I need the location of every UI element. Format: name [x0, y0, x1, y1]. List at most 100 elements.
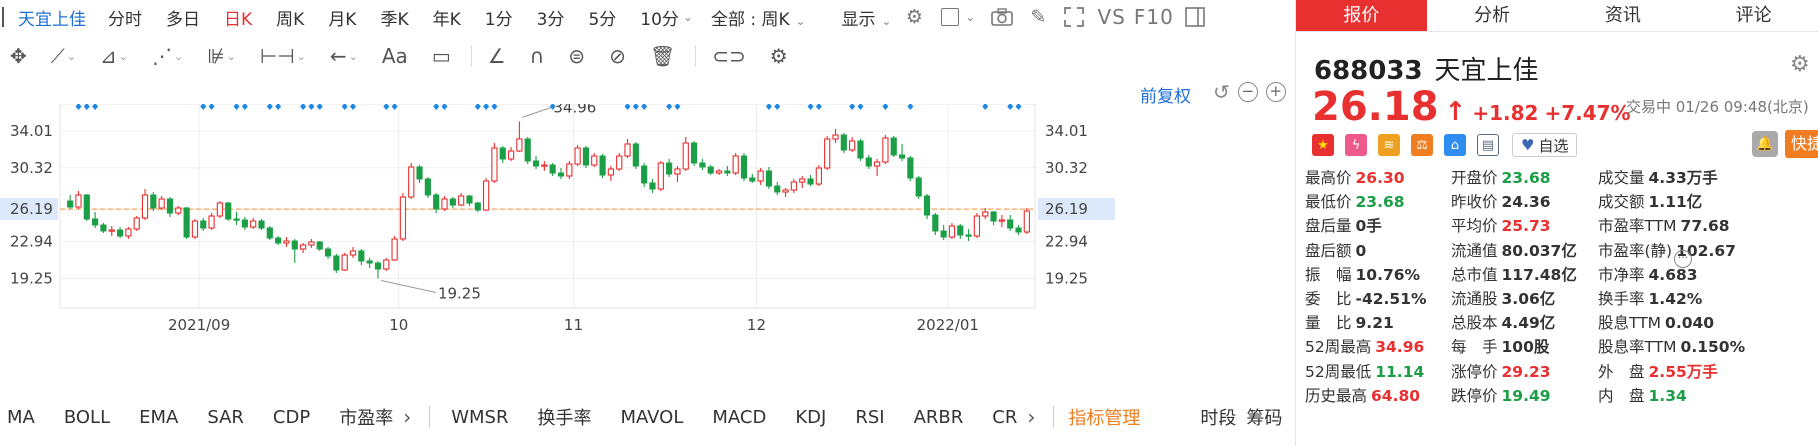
candle-body-up [216, 202, 224, 217]
settings-icon[interactable]: ⚙ [901, 4, 927, 30]
arrow-tool-icon[interactable]: ← ⌄ [330, 41, 358, 71]
lightning-icon[interactable]: ϟ [1345, 134, 1367, 156]
tab-analysis[interactable]: 分析 [1427, 0, 1558, 31]
coins-icon[interactable]: ≋ [1378, 134, 1400, 156]
angle-tool-icon[interactable]: ∠ [488, 41, 506, 71]
fullscreen-icon[interactable] [1061, 4, 1087, 30]
sidebar-toggle-icon[interactable] [1182, 4, 1208, 30]
event-marker [857, 103, 864, 110]
tab-comments[interactable]: 评论 [1688, 0, 1818, 31]
checkbox-icon[interactable] [937, 4, 963, 30]
comment-tool-icon[interactable]: ▭ [432, 41, 451, 71]
china-flag-icon[interactable]: ★ [1312, 134, 1334, 156]
session-tab[interactable]: 时段 [1200, 404, 1236, 430]
chip-tab[interactable]: 筹码 [1246, 404, 1282, 430]
stat-item: 市盈率(静) 102.67 [1598, 239, 1736, 261]
indicator-manage-button[interactable]: 指标管理 [1068, 404, 1140, 430]
candle-body-down [724, 170, 731, 174]
indicator-boll[interactable]: BOLL [64, 407, 110, 428]
indicator-wmsr[interactable]: WMSR [451, 407, 508, 428]
link-icon[interactable]: ⊂⊃ [712, 41, 746, 71]
x-tick-label: 2022/01 [917, 316, 979, 334]
period-tab-timeshare[interactable]: 分时 [108, 5, 142, 30]
fibonacci-tool-icon[interactable]: ⊯ ⌄ [207, 41, 236, 71]
chevron-down-icon[interactable]: ⌄ [683, 10, 693, 24]
period-tab-5min[interactable]: 5分 [588, 5, 616, 30]
scales-icon[interactable]: ⚖ [1411, 134, 1433, 156]
adjust-select-value: 全部 : 周K [710, 9, 790, 30]
candle-body-down [749, 177, 756, 182]
move-icon[interactable]: ✥ [10, 41, 27, 71]
measure-tool-icon[interactable]: ⊢⊣ ⌄ [260, 41, 306, 71]
compare-vs-button[interactable]: VS [1097, 5, 1125, 29]
chevron-right-icon[interactable]: › [1027, 405, 1035, 429]
indicator-pe[interactable]: 市盈率 [339, 404, 393, 430]
period-tab-weekly-k[interactable]: 周K [276, 5, 304, 30]
tab-news[interactable]: 资讯 [1558, 0, 1689, 31]
indicator-bar: MA BOLL EMA SAR CDP 市盈率 › WMSR 换手率 MAVOL… [0, 400, 1295, 434]
chevron-right-icon[interactable]: › [403, 405, 411, 429]
drawing-settings-icon[interactable]: ⚙ [770, 41, 788, 71]
period-tab-monthly-k[interactable]: 月K [328, 5, 356, 30]
chevron-down-icon[interactable]: ⌄ [965, 10, 975, 24]
period-tab-quarterly-k[interactable]: 季K [380, 5, 408, 30]
event-marker [882, 103, 889, 110]
plot-border [59, 103, 1036, 309]
candle-body-up [824, 138, 831, 169]
indicator-cr[interactable]: CR [992, 407, 1017, 428]
period-tab-yearly-k[interactable]: 年K [433, 5, 461, 30]
period-tab-multiday[interactable]: 多日 [166, 5, 200, 30]
indicator-mavol[interactable]: MAVOL [620, 407, 683, 428]
more-info-icon[interactable]: ··· [1674, 250, 1692, 268]
stock-name-link[interactable]: 天宜上佳 [18, 5, 86, 30]
candle-body-down [275, 237, 282, 244]
indicator-ema[interactable]: EMA [139, 407, 178, 428]
f10-button[interactable]: F10 [1134, 5, 1174, 29]
add-watchlist-button[interactable]: ♥ 自选 [1512, 133, 1578, 157]
tag-icon[interactable]: ⌂ [1444, 134, 1466, 156]
display-menu[interactable]: 显示 ⌄ [842, 5, 892, 30]
stock-quote-app: 天宜上佳 分时 多日 日K 周K 月K 季K 年K 1分 3分 5分 10分 ⌄… [0, 0, 1818, 446]
candle-body-up [732, 155, 739, 174]
lock-drawing-icon[interactable]: ⊜ [568, 41, 585, 71]
indicator-turnover[interactable]: 换手率 [537, 404, 591, 430]
zoom-out-icon[interactable]: − [1237, 82, 1258, 102]
indicator-ma[interactable]: MA [7, 407, 35, 428]
reset-icon[interactable]: ↺ [1213, 82, 1230, 102]
gear-icon[interactable]: ⚙ [1790, 52, 1810, 77]
magnet-icon[interactable]: ∩ [530, 41, 545, 71]
channel-tool-icon[interactable]: ⊿ ⌄ [100, 41, 128, 71]
chevron-down-icon: ⌄ [791, 13, 806, 28]
period-tab-10min[interactable]: 10分 [640, 5, 679, 30]
line-tool-icon[interactable]: ⟋ ⌄ [51, 41, 76, 71]
indicator-rsi[interactable]: RSI [855, 407, 884, 428]
tab-quote[interactable]: 报价 [1296, 0, 1427, 31]
camera-icon[interactable] [989, 4, 1015, 30]
candle-body-down [632, 143, 639, 167]
period-tab-daily-k[interactable]: 日K [224, 5, 252, 30]
stat-item: 流通值 80.037亿 [1451, 239, 1577, 261]
stat-item: 股息TTM 0.040 [1598, 311, 1714, 333]
wave-tool-icon[interactable]: ⋰ ⌄ [152, 41, 183, 71]
quick-trade-button[interactable]: 快捷交易 [1785, 130, 1818, 158]
period-tab-3min[interactable]: 3分 [537, 5, 565, 30]
zoom-in-icon[interactable]: + [1265, 82, 1286, 102]
trash-icon[interactable]: 🗑 [650, 41, 675, 71]
hide-drawing-icon[interactable]: ⊘ [609, 41, 626, 71]
text-tool-button[interactable]: Aa [382, 41, 408, 71]
adjust-select[interactable]: 全部 : 周K ⌄ [711, 5, 806, 30]
indicator-sar[interactable]: SAR [207, 407, 244, 428]
period-tab-1min[interactable]: 1分 [485, 5, 513, 30]
candle-body-up [75, 194, 82, 208]
indicator-kdj[interactable]: KDJ [795, 407, 826, 428]
bell-icon[interactable]: 🔔 [1752, 131, 1778, 157]
kline-chart[interactable]: 34.01 34.01 30.32 30.32 26.19 26.19 22.94 22.94… [0, 98, 1295, 396]
bookmark-icon[interactable]: ▤ [1477, 134, 1499, 156]
indicator-arbr[interactable]: ARBR [914, 407, 964, 428]
candle-body-up [624, 143, 631, 157]
event-marker [350, 103, 357, 110]
stat-label: 跌停价 [1451, 386, 1498, 405]
indicator-cdp[interactable]: CDP [273, 407, 310, 428]
indicator-macd[interactable]: MACD [712, 407, 766, 428]
pencil-icon[interactable]: ✎ [1025, 4, 1051, 30]
